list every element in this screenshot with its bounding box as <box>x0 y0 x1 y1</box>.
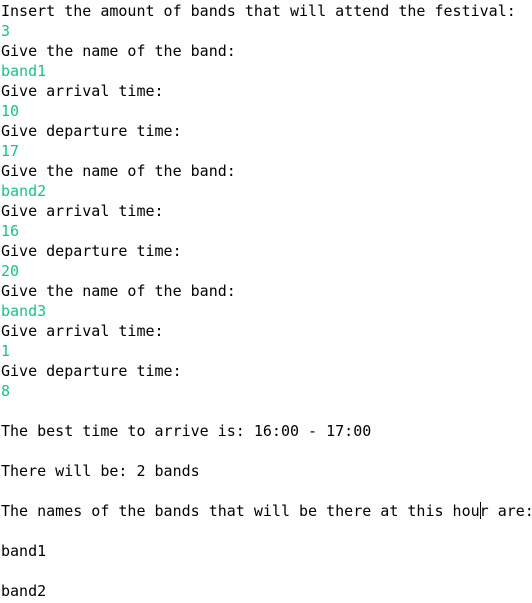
prompt-departure-time: Give departure time: <box>1 122 182 140</box>
input-departure-time: 17 <box>1 142 20 160</box>
input-band-name: band3 <box>1 302 47 320</box>
result-best-time: The best time to arrive is: 16:00 - 17:0… <box>1 422 372 440</box>
input-band-count: 3 <box>1 22 11 40</box>
console-output[interactable]: Insert the amount of bands that will att… <box>0 0 532 603</box>
result-band-name: band1 <box>1 542 47 560</box>
input-departure-time: 20 <box>1 262 20 280</box>
prompt-band-count: Insert the amount of bands that will att… <box>1 2 516 20</box>
result-band-name: band2 <box>1 582 47 600</box>
prompt-arrival-time: Give arrival time: <box>1 202 164 220</box>
prompt-band-name: Give the name of the band: <box>1 282 236 300</box>
text-after-caret: r are: <box>479 502 532 520</box>
input-arrival-time: 16 <box>1 222 20 240</box>
input-arrival-time: 10 <box>1 102 20 120</box>
text-before-caret: The names of the bands that will be ther… <box>1 502 480 520</box>
prompt-band-name: Give the name of the band: <box>1 162 236 180</box>
prompt-arrival-time: Give arrival time: <box>1 322 164 340</box>
input-arrival-time: 1 <box>1 342 11 360</box>
input-band-name: band2 <box>1 182 47 200</box>
result-band-count: There will be: 2 bands <box>1 462 200 480</box>
prompt-departure-time: Give departure time: <box>1 362 182 380</box>
result-band-names-header: The names of the bands that will be ther… <box>1 501 532 521</box>
prompt-arrival-time: Give arrival time: <box>1 82 164 100</box>
prompt-departure-time: Give departure time: <box>1 242 182 260</box>
input-departure-time: 8 <box>1 382 11 400</box>
prompt-band-name: Give the name of the band: <box>1 42 236 60</box>
input-band-name: band1 <box>1 62 47 80</box>
